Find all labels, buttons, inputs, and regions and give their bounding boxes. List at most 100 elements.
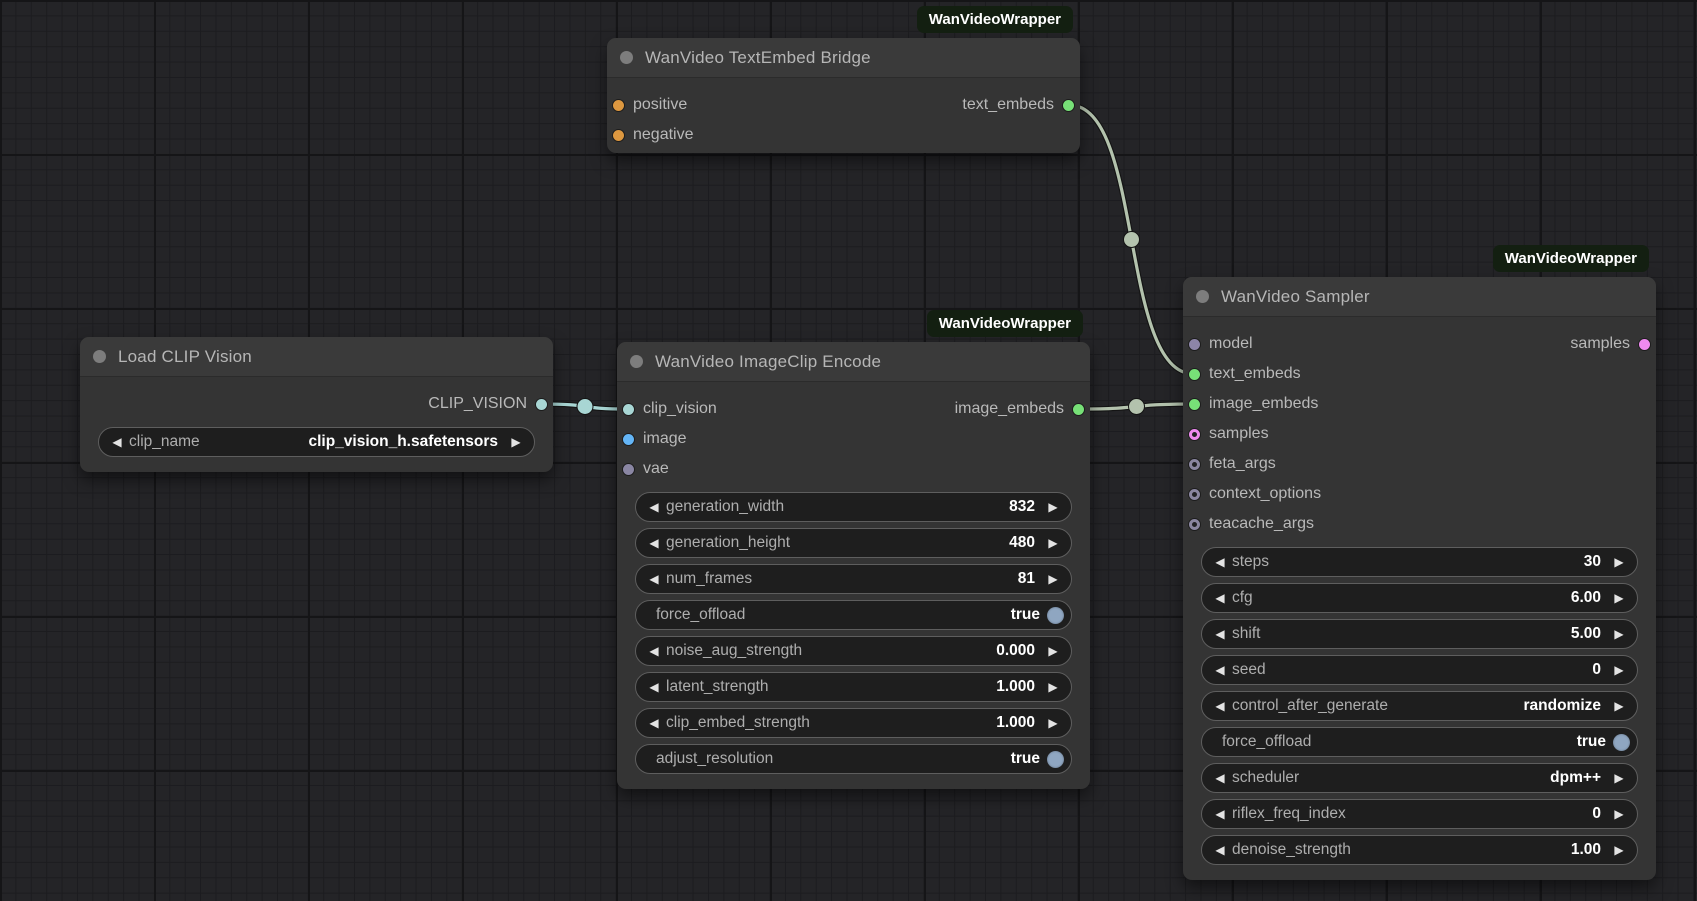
increment-arrow-icon[interactable]: ▶ (1610, 628, 1628, 640)
input-port-samples-icon[interactable] (1189, 429, 1200, 440)
decrement-arrow-icon[interactable]: ◀ (1211, 556, 1229, 568)
input-slot-samples[interactable]: samples (1189, 425, 1269, 443)
widget-generation_height[interactable]: ◀generation_height480▶ (635, 528, 1072, 558)
increment-arrow-icon[interactable]: ▶ (1610, 556, 1628, 568)
input-slot-feta_args[interactable]: feta_args (1189, 455, 1276, 473)
widget-value[interactable]: randomize (1523, 697, 1601, 715)
widget-value[interactable]: 6.00 (1571, 589, 1601, 607)
collapse-dot-icon[interactable] (630, 355, 643, 368)
widget-value[interactable]: 0.000 (996, 642, 1035, 660)
increment-arrow-icon[interactable]: ▶ (1610, 808, 1628, 820)
node-graph-canvas[interactable]: WanVideoWrapperWanVideo TextEmbed Bridge… (0, 0, 1697, 901)
increment-arrow-icon[interactable]: ▶ (1044, 681, 1062, 693)
widget-value[interactable]: true (1577, 733, 1606, 751)
node-titlebar[interactable]: Load CLIP Vision (80, 337, 553, 377)
widget-cfg[interactable]: ◀cfg6.00▶ (1201, 583, 1638, 613)
decrement-arrow-icon[interactable]: ◀ (108, 436, 126, 448)
decrement-arrow-icon[interactable]: ◀ (1211, 844, 1229, 856)
widget-scheduler[interactable]: ◀schedulerdpm++▶ (1201, 763, 1638, 793)
increment-arrow-icon[interactable]: ▶ (1044, 573, 1062, 585)
input-port-image_embeds-icon[interactable] (1189, 399, 1200, 410)
widget-steps[interactable]: ◀steps30▶ (1201, 547, 1638, 577)
widget-value[interactable]: dpm++ (1550, 769, 1601, 787)
widget-generation_width[interactable]: ◀generation_width832▶ (635, 492, 1072, 522)
decrement-arrow-icon[interactable]: ◀ (1211, 592, 1229, 604)
widget-control_after_generate[interactable]: ◀control_after_generaterandomize▶ (1201, 691, 1638, 721)
decrement-arrow-icon[interactable]: ◀ (645, 537, 663, 549)
input-slot-positive[interactable]: positive (613, 96, 687, 114)
widget-latent_strength[interactable]: ◀latent_strength1.000▶ (635, 672, 1072, 702)
toggle-knob-icon[interactable] (1047, 751, 1064, 768)
increment-arrow-icon[interactable]: ▶ (1610, 664, 1628, 676)
node-titlebar[interactable]: WanVideo Sampler (1183, 277, 1656, 317)
input-port-positive-icon[interactable] (613, 100, 624, 111)
widget-riflex_freq_index[interactable]: ◀riflex_freq_index0▶ (1201, 799, 1638, 829)
input-port-negative-icon[interactable] (613, 130, 624, 141)
widget-shift[interactable]: ◀shift5.00▶ (1201, 619, 1638, 649)
node-load-clip-vision[interactable]: Load CLIP VisionCLIP_VISION◀clip_namecli… (80, 337, 553, 472)
output-slot-CLIP_VISION[interactable]: CLIP_VISION (428, 395, 547, 413)
node-titlebar[interactable]: WanVideo ImageClip Encode (617, 342, 1090, 382)
link-midpoint-dot[interactable] (1129, 399, 1145, 415)
widget-seed[interactable]: ◀seed0▶ (1201, 655, 1638, 685)
node-wanvideo-textembed-bridge[interactable]: WanVideoWrapperWanVideo TextEmbed Bridge… (607, 38, 1080, 153)
toggle-knob-icon[interactable] (1613, 734, 1630, 751)
input-slot-image_embeds[interactable]: image_embeds (1189, 395, 1318, 413)
decrement-arrow-icon[interactable]: ◀ (1211, 628, 1229, 640)
widget-force_offload[interactable]: force_offloadtrue (1201, 727, 1638, 757)
link-midpoint-dot[interactable] (577, 399, 593, 415)
output-port-image_embeds-icon[interactable] (1073, 404, 1084, 415)
output-slot-image_embeds[interactable]: image_embeds (955, 400, 1084, 418)
input-port-text_embeds-icon[interactable] (1189, 369, 1200, 380)
input-slot-context_options[interactable]: context_options (1189, 485, 1321, 503)
widget-adjust_resolution[interactable]: adjust_resolutiontrue (635, 744, 1072, 774)
widget-value[interactable]: 1.000 (996, 714, 1035, 732)
widget-value[interactable]: 5.00 (1571, 625, 1601, 643)
widget-value[interactable]: 1.000 (996, 678, 1035, 696)
increment-arrow-icon[interactable]: ▶ (1044, 645, 1062, 657)
input-port-image-icon[interactable] (623, 434, 634, 445)
widget-value[interactable]: true (1011, 750, 1040, 768)
input-slot-teacache_args[interactable]: teacache_args (1189, 515, 1314, 533)
input-port-teacache_args-icon[interactable] (1189, 519, 1200, 530)
decrement-arrow-icon[interactable]: ◀ (645, 717, 663, 729)
input-slot-model[interactable]: model (1189, 335, 1253, 353)
input-slot-vae[interactable]: vae (623, 460, 669, 478)
input-port-feta_args-icon[interactable] (1189, 459, 1200, 470)
decrement-arrow-icon[interactable]: ◀ (645, 501, 663, 513)
input-port-clip_vision-icon[interactable] (623, 404, 634, 415)
input-slot-negative[interactable]: negative (613, 126, 694, 144)
widget-value[interactable]: 30 (1584, 553, 1601, 571)
widget-value[interactable]: clip_vision_h.safetensors (308, 433, 498, 451)
output-port-samples-icon[interactable] (1639, 339, 1650, 350)
increment-arrow-icon[interactable]: ▶ (507, 436, 525, 448)
decrement-arrow-icon[interactable]: ◀ (645, 645, 663, 657)
increment-arrow-icon[interactable]: ▶ (1044, 501, 1062, 513)
increment-arrow-icon[interactable]: ▶ (1610, 772, 1628, 784)
widget-noise_aug_strength[interactable]: ◀noise_aug_strength0.000▶ (635, 636, 1072, 666)
widget-value[interactable]: true (1011, 606, 1040, 624)
input-slot-image[interactable]: image (623, 430, 687, 448)
input-slot-text_embeds[interactable]: text_embeds (1189, 365, 1301, 383)
input-port-context_options-icon[interactable] (1189, 489, 1200, 500)
widget-value[interactable]: 0 (1592, 805, 1601, 823)
collapse-dot-icon[interactable] (1196, 290, 1209, 303)
output-slot-text_embeds[interactable]: text_embeds (962, 96, 1074, 114)
widget-value[interactable]: 1.00 (1571, 841, 1601, 859)
widget-value[interactable]: 832 (1009, 498, 1035, 516)
decrement-arrow-icon[interactable]: ◀ (1211, 808, 1229, 820)
widget-clip_name[interactable]: ◀clip_nameclip_vision_h.safetensors▶ (98, 427, 535, 457)
decrement-arrow-icon[interactable]: ◀ (645, 573, 663, 585)
widget-force_offload[interactable]: force_offloadtrue (635, 600, 1072, 630)
widget-value[interactable]: 0 (1592, 661, 1601, 679)
decrement-arrow-icon[interactable]: ◀ (1211, 772, 1229, 784)
widget-clip_embed_strength[interactable]: ◀clip_embed_strength1.000▶ (635, 708, 1072, 738)
widget-value[interactable]: 480 (1009, 534, 1035, 552)
increment-arrow-icon[interactable]: ▶ (1044, 537, 1062, 549)
increment-arrow-icon[interactable]: ▶ (1610, 700, 1628, 712)
input-slot-clip_vision[interactable]: clip_vision (623, 400, 717, 418)
collapse-dot-icon[interactable] (620, 51, 633, 64)
output-port-CLIP_VISION-icon[interactable] (536, 399, 547, 410)
decrement-arrow-icon[interactable]: ◀ (645, 681, 663, 693)
node-titlebar[interactable]: WanVideo TextEmbed Bridge (607, 38, 1080, 78)
